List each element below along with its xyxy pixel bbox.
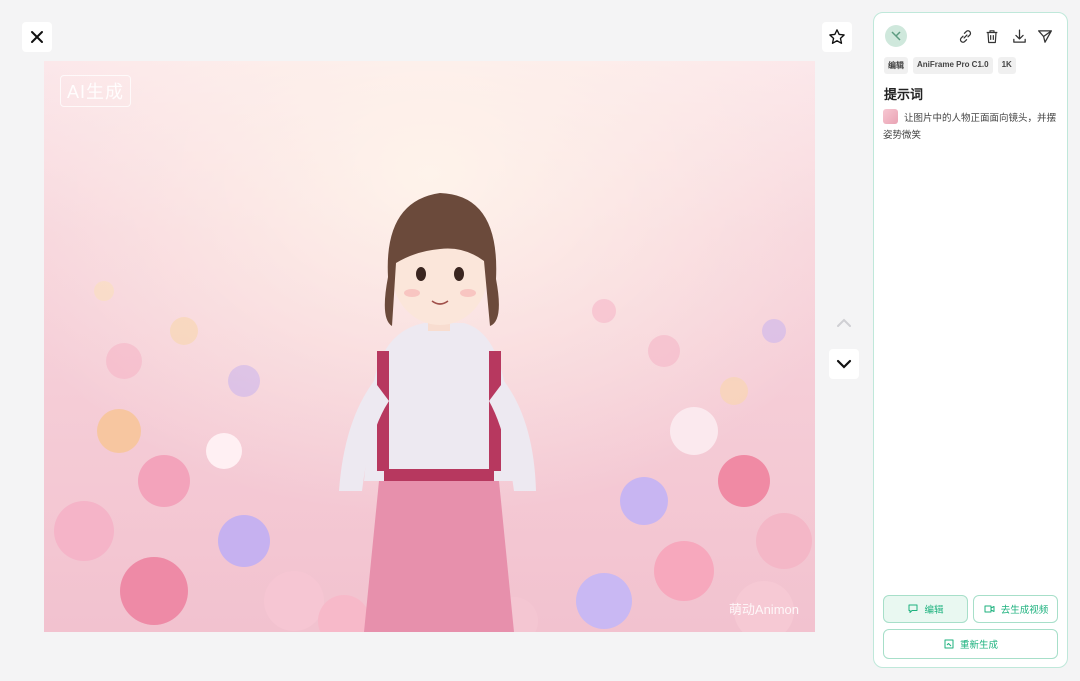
close-icon: [31, 31, 43, 43]
ai-generated-badge: AI生成: [60, 75, 132, 107]
edit-icon: [908, 604, 918, 613]
image-viewer: AI生成 萌动Animon 编辑 AniFrame Pro C1.0 1K 提示…: [0, 0, 1080, 681]
download-icon: [1012, 28, 1026, 43]
link-icon: [959, 29, 971, 43]
star-icon: [829, 29, 845, 44]
avatar[interactable]: [885, 25, 907, 47]
regenerate-button-label: 重新生成: [959, 640, 998, 651]
share-button[interactable]: [1034, 25, 1056, 47]
favorite-button[interactable]: [822, 22, 852, 52]
panel-header: [874, 13, 1067, 59]
prompt-title: 提示词: [884, 87, 924, 102]
download-button[interactable]: [1008, 25, 1030, 47]
copy-link-button[interactable]: [954, 25, 976, 47]
close-button[interactable]: [22, 22, 52, 52]
chevron-up-icon: [837, 318, 851, 327]
regenerate-button[interactable]: 重新生成: [883, 629, 1058, 659]
make-video-button[interactable]: 去生成视频: [973, 595, 1058, 623]
reference-thumbnail: [883, 109, 898, 124]
watermark: 萌动Animon: [728, 602, 799, 617]
avatar-icon: [891, 31, 901, 41]
send-icon: [1037, 29, 1053, 43]
regenerate-icon: [944, 639, 954, 649]
next-image-button[interactable]: [829, 349, 859, 379]
generated-image: AI生成 萌动Animon: [44, 61, 815, 632]
edit-button[interactable]: 编辑: [883, 595, 968, 623]
tag-model: AniFrame Pro C1.0: [913, 57, 993, 74]
tag-edit: 编辑: [884, 57, 908, 74]
edit-button-label: 编辑: [924, 605, 944, 616]
video-icon: [984, 605, 995, 613]
chevron-down-icon: [836, 359, 852, 369]
make-video-button-label: 去生成视频: [1000, 605, 1049, 616]
delete-button[interactable]: [981, 25, 1003, 47]
tag-resolution: 1K: [997, 57, 1016, 74]
prompt-row: 让图片中的人物正面面向镜头，并摆姿势微笑: [883, 109, 1061, 144]
previous-image-button[interactable]: [829, 308, 859, 338]
illustration: [44, 61, 815, 632]
detail-panel: 编辑 AniFrame Pro C1.0 1K 提示词 让图片中的人物正面面向镜…: [873, 12, 1068, 668]
prompt-text: 让图片中的人物正面面向镜头，并摆姿势微笑: [883, 113, 1057, 141]
trash-icon: [986, 29, 998, 43]
tag-list: 编辑 AniFrame Pro C1.0 1K: [884, 57, 1016, 74]
